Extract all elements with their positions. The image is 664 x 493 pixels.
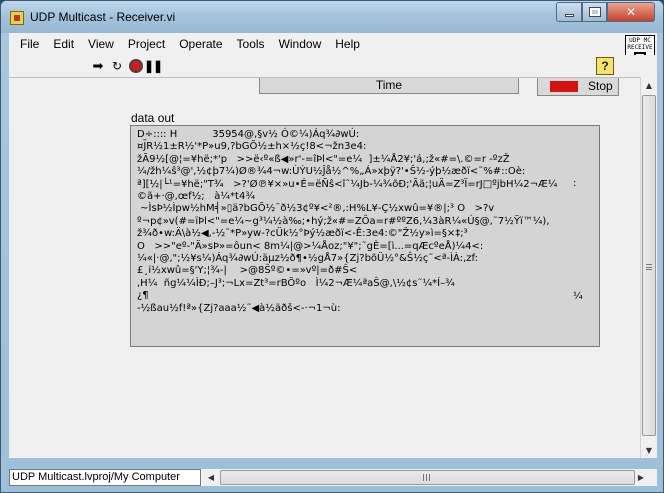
- menu-window[interactable]: Window: [272, 37, 329, 51]
- scroll-right-arrow-icon[interactable]: ▶: [635, 469, 647, 486]
- labview-vi-icon[interactable]: [10, 11, 24, 25]
- minimize-icon: [564, 13, 574, 17]
- front-panel: Time Stop data out D÷:::: H 35954@,§v½ Ó…: [9, 77, 640, 458]
- scroll-left-arrow-icon[interactable]: ◀: [205, 469, 217, 486]
- context-help-button[interactable]: ?: [596, 57, 614, 75]
- data-out-overflow-char-2: ¼: [573, 291, 583, 302]
- run-continuously-button[interactable]: ↻: [108, 57, 126, 75]
- time-indicator: Time: [259, 78, 519, 94]
- menu-bar: File Edit View Project Operate Tools Win…: [9, 33, 657, 67]
- title-bar[interactable]: UDP Multicast - Receiver.vi ✕: [1, 1, 663, 33]
- menu-tools[interactable]: Tools: [230, 37, 272, 51]
- data-out-label: data out: [131, 111, 175, 125]
- stop-led-icon: [550, 81, 578, 92]
- toolbar: ➡ ↻ ❚❚ ?: [9, 55, 657, 77]
- scroll-up-arrow-icon[interactable]: ▲: [641, 77, 657, 93]
- scroll-down-arrow-icon[interactable]: ▼: [641, 442, 657, 458]
- labview-window: UDP Multicast - Receiver.vi ✕ File Edit …: [0, 0, 664, 493]
- data-out-overflow-char: :: [573, 178, 577, 189]
- close-button[interactable]: ✕: [607, 2, 655, 22]
- close-icon: ✕: [625, 5, 637, 19]
- vertical-scroll-thumb[interactable]: [642, 95, 656, 436]
- menu-help[interactable]: Help: [328, 37, 367, 51]
- abort-execution-button[interactable]: [127, 57, 145, 75]
- run-continuously-icon: ↻: [111, 59, 123, 73]
- run-button[interactable]: ➡: [89, 57, 107, 75]
- vi-icon-line2: RECEIVE: [627, 44, 653, 51]
- scroll-grip-icon: [423, 474, 430, 481]
- project-path-field[interactable]: UDP Multicast.lvproj/My Computer: [9, 469, 201, 486]
- help-icon: ?: [601, 59, 609, 73]
- menu-operate[interactable]: Operate: [172, 37, 229, 51]
- data-out-string-indicator[interactable]: D÷:::: H 35954@,§v½ Ó©¼)Áq¾∂wÚ: ¤J̄R½1±R…: [130, 125, 600, 347]
- vi-icon-line1: UDP MC: [629, 37, 651, 44]
- scroll-grip-icon: [646, 264, 652, 270]
- pause-icon: ❚❚: [143, 59, 163, 73]
- vertical-scrollbar[interactable]: ▲ ▼: [640, 77, 657, 458]
- maximize-icon: [588, 7, 601, 17]
- stop-label: Stop: [588, 79, 613, 93]
- abort-stop-icon: [129, 59, 143, 73]
- pause-button[interactable]: ❚❚: [143, 57, 163, 75]
- horizontal-scroll-thumb[interactable]: [220, 470, 635, 485]
- time-label: Time: [375, 78, 403, 92]
- data-out-text: D÷:::: H 35954@,§v½ Ó©¼)Áq¾∂wÚ: ¤J̄R½1±R…: [137, 129, 558, 314]
- status-bar: UDP Multicast.lvproj/My Computer ◀ ▶: [9, 469, 657, 486]
- menu-view[interactable]: View: [81, 37, 121, 51]
- menu-file[interactable]: File: [13, 37, 46, 51]
- run-arrow-icon: ➡: [92, 58, 104, 74]
- menu-edit[interactable]: Edit: [46, 37, 81, 51]
- menu-project[interactable]: Project: [121, 37, 172, 51]
- minimize-button[interactable]: [556, 2, 582, 22]
- window-title: UDP Multicast - Receiver.vi: [30, 10, 176, 24]
- stop-button[interactable]: Stop: [537, 78, 619, 96]
- maximize-button[interactable]: [582, 2, 607, 22]
